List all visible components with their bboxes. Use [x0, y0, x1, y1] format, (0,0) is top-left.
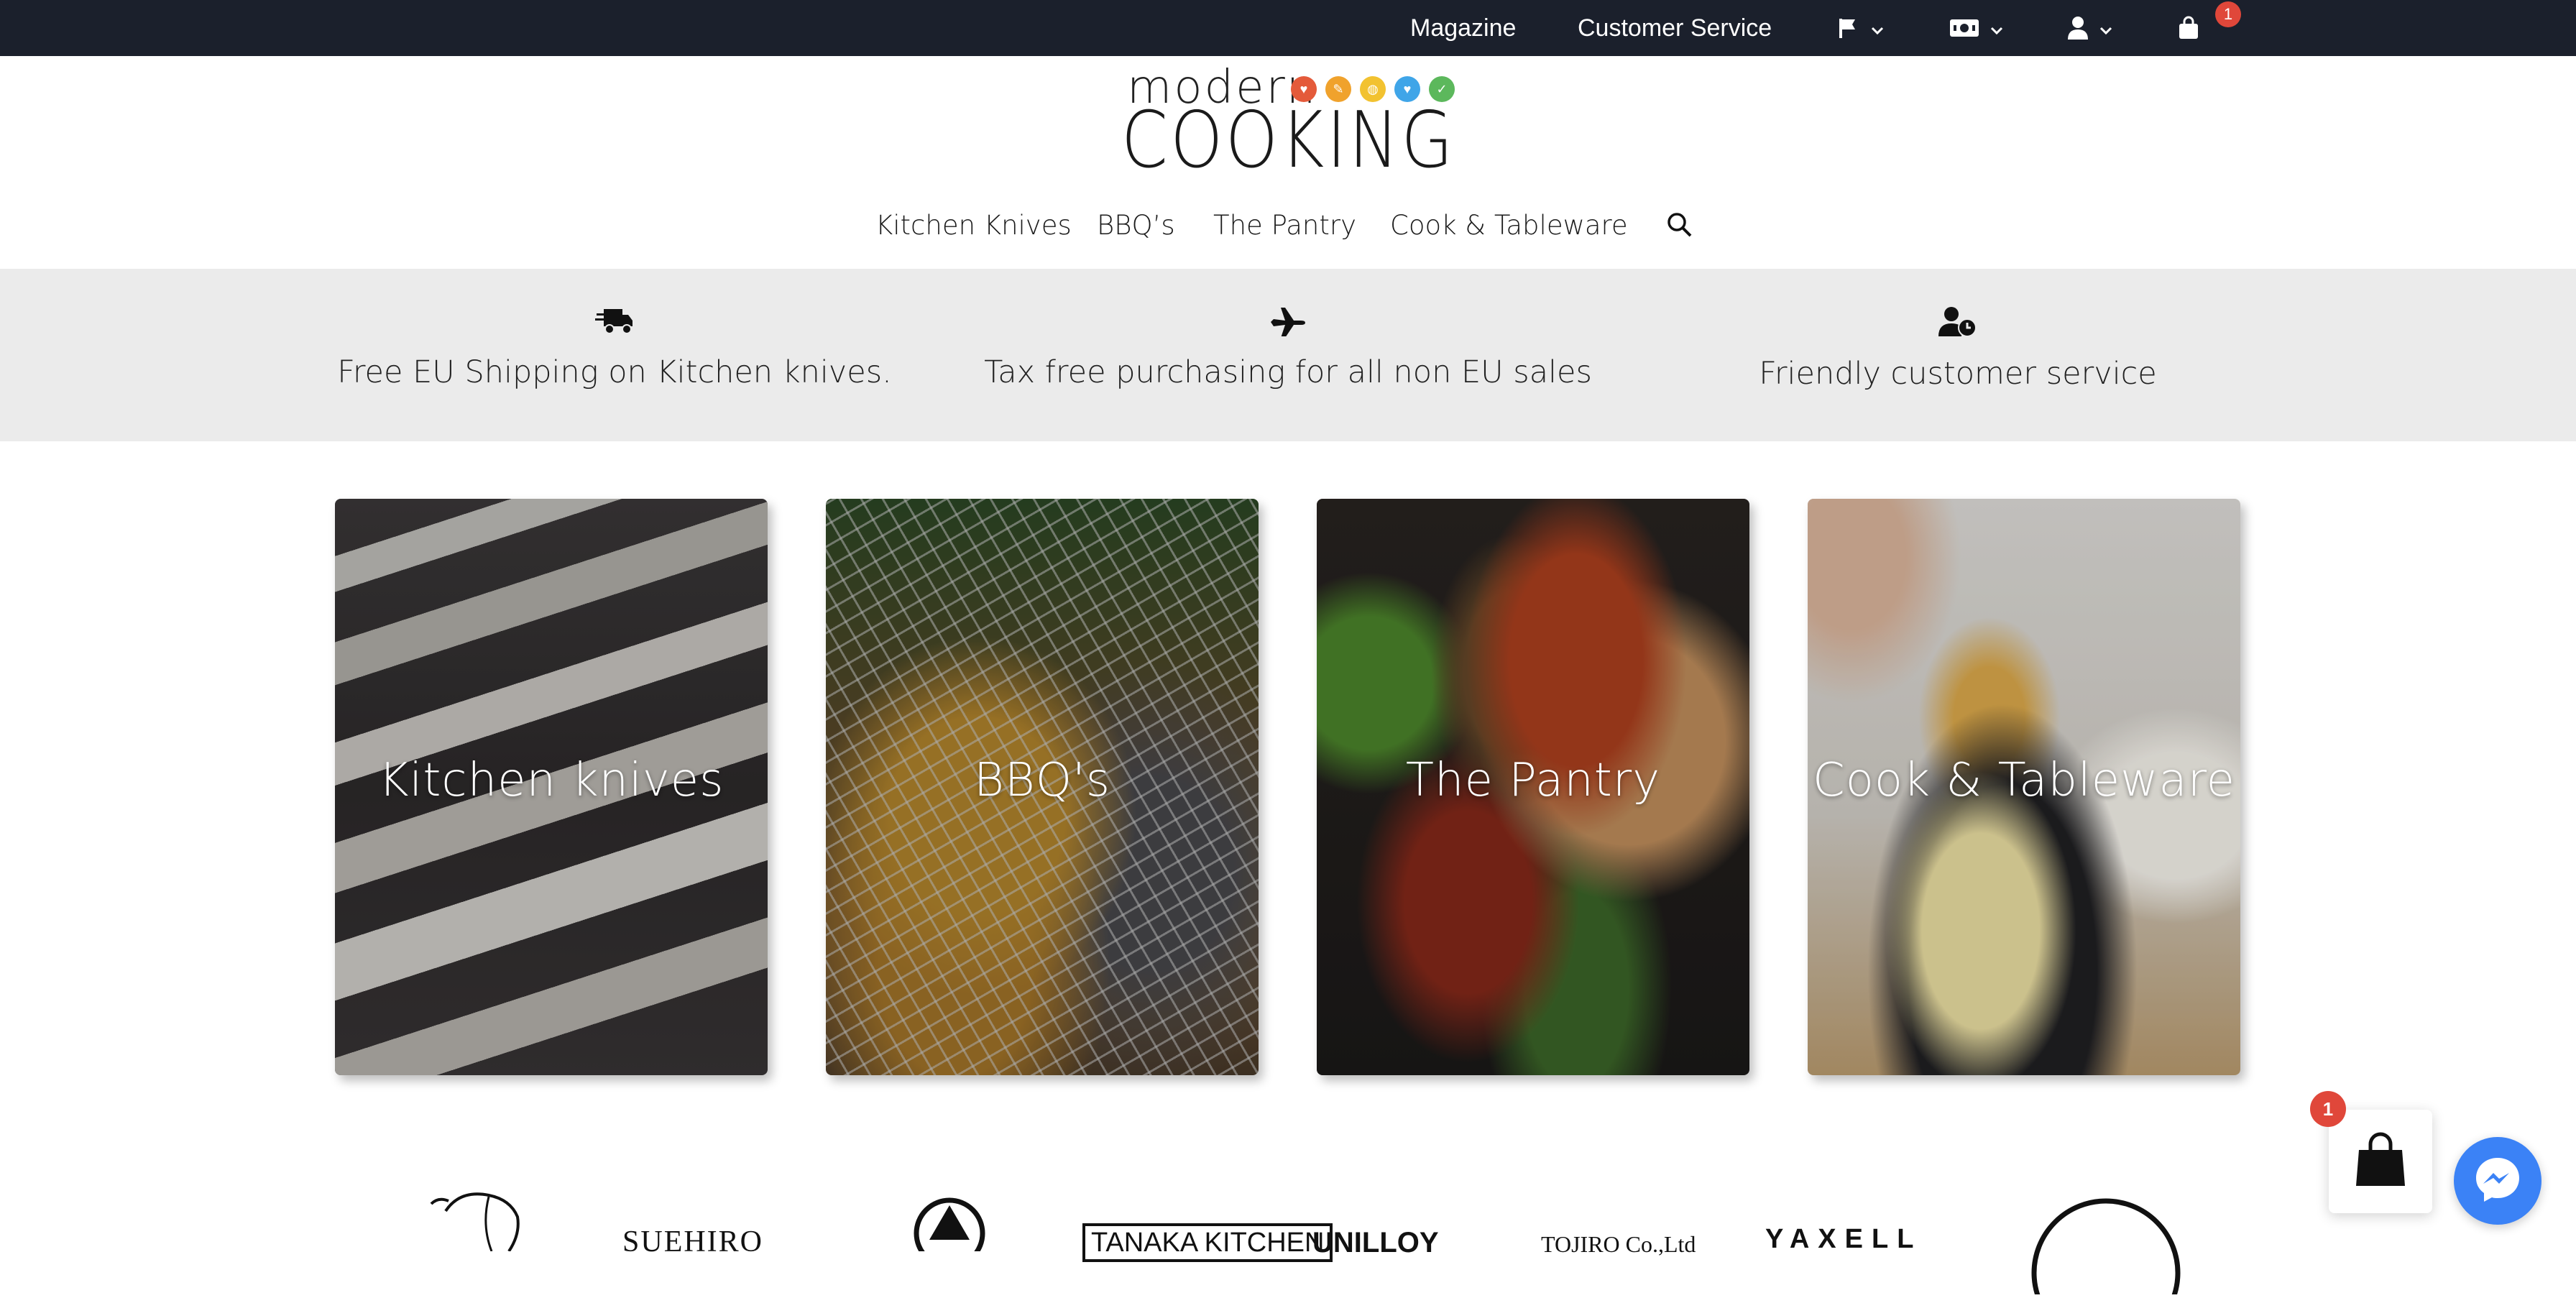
user-clock-icon	[1938, 306, 1977, 341]
usp-customer-service: Friendly customer service	[1759, 306, 2157, 392]
brand-strip: SUEHIRO TANAKA KITCHEN UNILLOY TOJIRO Co…	[230, 1186, 2214, 1298]
unilloy-logo[interactable]: UNILLOY	[1312, 1227, 1439, 1259]
magazine-label: Magazine	[1410, 14, 1517, 42]
usp-shipping: Free EU Shipping on Kitchen knives.	[337, 306, 892, 390]
language-selector[interactable]	[1837, 0, 1885, 56]
search-icon[interactable]	[1666, 211, 1693, 242]
chevron-down-icon	[2099, 14, 2113, 42]
bag-icon	[2355, 1131, 2406, 1192]
messenger-icon	[2472, 1154, 2524, 1209]
circle-brand-logo[interactable]	[2027, 1194, 2185, 1298]
user-icon	[2067, 16, 2089, 40]
usp-band: Free EU Shipping on Kitchen knives. Tax …	[0, 269, 2576, 441]
truck-icon	[595, 306, 634, 340]
customer-service-label: Customer Service	[1578, 14, 1772, 42]
main-nav: Kitchen Knives BBQ’s The Pantry Cook & T…	[0, 201, 2576, 252]
logo-cooking: COOKING	[1121, 96, 1455, 185]
floating-cart-badge: 1	[2310, 1091, 2346, 1127]
nav-bbqs[interactable]: BBQ’s	[1097, 210, 1175, 241]
category-tile-kitchen-knives[interactable]: Kitchen knives	[335, 499, 768, 1075]
category-label: Kitchen knives	[378, 754, 724, 807]
bag-icon	[2178, 16, 2199, 40]
tanaka-kitchen-logo[interactable]: TANAKA KITCHEN	[1082, 1223, 1333, 1262]
cart-button[interactable]	[2178, 0, 2199, 56]
currency-selector[interactable]	[1949, 0, 2004, 56]
magazine-link[interactable]: Magazine	[1410, 0, 1516, 56]
top-bar: Magazine Customer Service 1	[0, 0, 2576, 56]
category-label: BBQ's	[973, 754, 1111, 807]
money-icon	[1949, 18, 1979, 38]
yaxell-logo[interactable]: YAXELL	[1765, 1224, 1922, 1255]
messenger-chat-button[interactable]	[2454, 1137, 2542, 1225]
chevron-down-icon	[1990, 14, 2004, 42]
site-logo[interactable]: modern ♥ ✎ ◍ ♥ ✓ COOKING	[1121, 65, 1459, 180]
floating-cart-button[interactable]	[2329, 1110, 2432, 1213]
chevron-down-icon	[1870, 14, 1885, 42]
usp-customer-service-text: Friendly customer service	[1759, 356, 2157, 392]
usp-tax-free: Tax free purchasing for all non EU sales	[984, 306, 1592, 390]
account-menu[interactable]	[2067, 0, 2113, 56]
customer-service-link[interactable]: Customer Service	[1578, 0, 1772, 56]
category-label: Cook & Tableware	[1813, 754, 2235, 807]
circle-triangle-logo[interactable]	[910, 1194, 989, 1269]
category-tile-the-pantry[interactable]: The Pantry	[1317, 499, 1749, 1075]
lion-brand-logo[interactable]	[424, 1182, 553, 1255]
category-tile-cook-tableware[interactable]: Cook & Tableware	[1808, 499, 2240, 1075]
usp-shipping-text: Free EU Shipping on Kitchen knives.	[337, 354, 892, 390]
cart-count-badge: 1	[2215, 1, 2241, 27]
nav-cook-tableware[interactable]: Cook & Tableware	[1390, 210, 1628, 241]
category-label: The Pantry	[1405, 754, 1661, 807]
nav-kitchen-knives[interactable]: Kitchen Knives	[875, 210, 1072, 241]
plane-icon	[1271, 306, 1305, 340]
usp-tax-free-text: Tax free purchasing for all non EU sales	[984, 354, 1592, 390]
suehiro-logo[interactable]: SUEHIRO	[622, 1225, 763, 1259]
category-tile-bbqs[interactable]: BBQ's	[826, 499, 1259, 1075]
tojiro-logo[interactable]: TOJIRO Co.,Ltd	[1541, 1231, 1696, 1258]
flag-icon	[1837, 17, 1860, 40]
nav-the-pantry[interactable]: The Pantry	[1213, 210, 1356, 241]
